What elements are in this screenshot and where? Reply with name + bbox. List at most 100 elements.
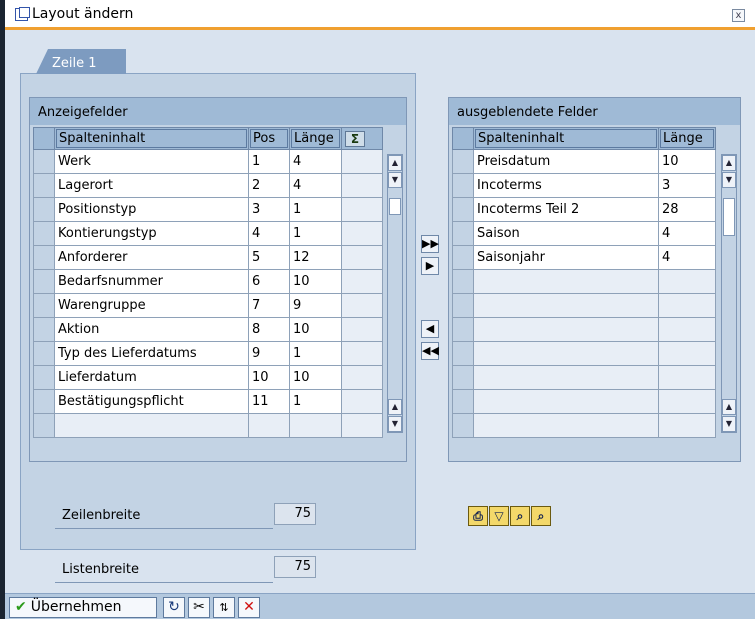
row-selector[interactable] xyxy=(33,173,55,198)
table-row[interactable] xyxy=(452,269,716,294)
row-selector[interactable] xyxy=(452,197,474,222)
cell-pos: 2 xyxy=(248,173,290,198)
table-row[interactable] xyxy=(452,341,716,366)
cell-length: 1 xyxy=(289,389,342,414)
row-selector[interactable] xyxy=(33,269,55,294)
row-selector[interactable] xyxy=(452,389,474,414)
print-icon[interactable]: ⎙ xyxy=(468,506,488,526)
table-row[interactable] xyxy=(452,389,716,414)
table-row[interactable] xyxy=(452,413,716,438)
row-selector[interactable] xyxy=(33,245,55,270)
row-selector[interactable] xyxy=(452,221,474,246)
row-selector[interactable] xyxy=(452,149,474,174)
filter-icon[interactable]: ▽ xyxy=(489,506,509,526)
table-row[interactable]: Aktion 8 10 xyxy=(33,317,383,342)
row-selector[interactable] xyxy=(452,173,474,198)
row-selector[interactable] xyxy=(452,269,474,294)
apply-button[interactable]: ✔ Übernehmen xyxy=(9,597,157,618)
scroll-page-down-icon[interactable]: ▼ xyxy=(388,416,402,432)
column-header-pos[interactable]: Pos xyxy=(248,127,290,150)
table-row[interactable] xyxy=(452,365,716,390)
refresh-icon[interactable]: ↻ xyxy=(163,597,185,618)
cut-icon[interactable]: ✂ xyxy=(188,597,210,618)
scroll-page-down-icon[interactable]: ▼ xyxy=(722,416,736,432)
displayed-fields-scrollbar[interactable]: ▲ ▼ ▲ ▼ xyxy=(387,154,403,433)
find-next-icon[interactable]: ⌕ xyxy=(531,506,551,526)
sort-icon[interactable]: ⇅ xyxy=(213,597,235,618)
column-header-length[interactable]: Länge xyxy=(658,127,716,150)
scroll-down-icon[interactable]: ▼ xyxy=(388,172,402,188)
hidden-fields-scrollbar[interactable]: ▲ ▼ ▲ ▼ xyxy=(721,154,737,433)
find-icon[interactable]: ⌕ xyxy=(510,506,530,526)
scroll-down-icon[interactable]: ▼ xyxy=(722,172,736,188)
tab-zeile-1[interactable]: Zeile 1 xyxy=(36,49,126,74)
move-all-left-icon[interactable]: ◀◀ xyxy=(421,342,439,360)
sum-icon[interactable]: Σ xyxy=(345,130,365,147)
table-row[interactable]: Preisdatum 10 xyxy=(452,149,716,174)
table-row[interactable]: Incoterms Teil 2 28 xyxy=(452,197,716,222)
select-all-cell[interactable] xyxy=(33,127,55,150)
sum-column-header[interactable]: Σ xyxy=(341,127,383,150)
scroll-thumb[interactable] xyxy=(389,198,401,215)
cell-content: Saisonjahr xyxy=(473,245,659,270)
row-selector[interactable] xyxy=(33,293,55,318)
scroll-page-up-icon[interactable]: ▲ xyxy=(722,399,736,415)
cell-sum xyxy=(341,269,383,294)
row-selector[interactable] xyxy=(33,413,55,438)
table-row[interactable] xyxy=(452,317,716,342)
table-row[interactable]: Anforderer 5 12 xyxy=(33,245,383,270)
scroll-page-up-icon[interactable]: ▲ xyxy=(388,399,402,415)
table-row[interactable]: Warengruppe 7 9 xyxy=(33,293,383,318)
table-row[interactable]: Incoterms 3 xyxy=(452,173,716,198)
table-row[interactable] xyxy=(452,293,716,318)
cell-length: 4 xyxy=(289,173,342,198)
scroll-thumb[interactable] xyxy=(723,198,735,236)
select-all-cell[interactable] xyxy=(452,127,474,150)
layout-window-icon xyxy=(15,7,30,21)
table-row[interactable]: Werk 1 4 xyxy=(33,149,383,174)
row-selector[interactable] xyxy=(452,293,474,318)
row-selector[interactable] xyxy=(452,245,474,270)
row-selector[interactable] xyxy=(33,317,55,342)
column-header-content[interactable]: Spalteninhalt xyxy=(54,127,249,150)
column-header-length[interactable]: Länge xyxy=(289,127,342,150)
cell-sum xyxy=(341,365,383,390)
list-width-label: Listenbreite xyxy=(62,562,139,577)
table-row[interactable]: Bedarfsnummer 6 10 xyxy=(33,269,383,294)
table-row[interactable]: Lieferdatum 10 10 xyxy=(33,365,383,390)
column-header-content[interactable]: Spalteninhalt xyxy=(473,127,659,150)
title-bar: Layout ändern x xyxy=(5,0,755,30)
row-selector[interactable] xyxy=(33,389,55,414)
table-row[interactable]: Positionstyp 3 1 xyxy=(33,197,383,222)
row-selector[interactable] xyxy=(452,341,474,366)
row-selector[interactable] xyxy=(452,365,474,390)
table-row[interactable]: Saison 4 xyxy=(452,221,716,246)
scroll-up-icon[interactable]: ▲ xyxy=(388,155,402,171)
row-selector[interactable] xyxy=(33,221,55,246)
row-selector[interactable] xyxy=(33,197,55,222)
table-row[interactable]: Bestätigungspflicht 11 1 xyxy=(33,389,383,414)
row-selector[interactable] xyxy=(452,413,474,438)
cell-length: 1 xyxy=(289,221,342,246)
move-left-icon[interactable]: ◀ xyxy=(421,320,439,338)
close-icon[interactable]: x xyxy=(732,9,745,22)
table-row[interactable] xyxy=(33,413,383,438)
table-row[interactable]: Saisonjahr 4 xyxy=(452,245,716,270)
table-row[interactable]: Lagerort 2 4 xyxy=(33,173,383,198)
cell-content xyxy=(473,269,659,294)
row-selector[interactable] xyxy=(33,149,55,174)
table-row[interactable]: Kontierungstyp 4 1 xyxy=(33,221,383,246)
row-selector[interactable] xyxy=(33,341,55,366)
displayed-fields-group: Anzeigefelder Spalteninhalt Pos Länge Σ … xyxy=(29,97,407,462)
move-right-icon[interactable]: ▶ xyxy=(421,257,439,275)
window-title: Layout ändern xyxy=(32,6,134,22)
cancel-icon[interactable]: ✕ xyxy=(238,597,260,618)
move-all-right-icon[interactable]: ▶▶ xyxy=(421,235,439,253)
cell-content: Typ des Lieferdatums xyxy=(54,341,249,366)
cell-content xyxy=(473,389,659,414)
cell-length: 28 xyxy=(658,197,716,222)
row-selector[interactable] xyxy=(33,365,55,390)
row-selector[interactable] xyxy=(452,317,474,342)
table-row[interactable]: Typ des Lieferdatums 9 1 xyxy=(33,341,383,366)
scroll-up-icon[interactable]: ▲ xyxy=(722,155,736,171)
